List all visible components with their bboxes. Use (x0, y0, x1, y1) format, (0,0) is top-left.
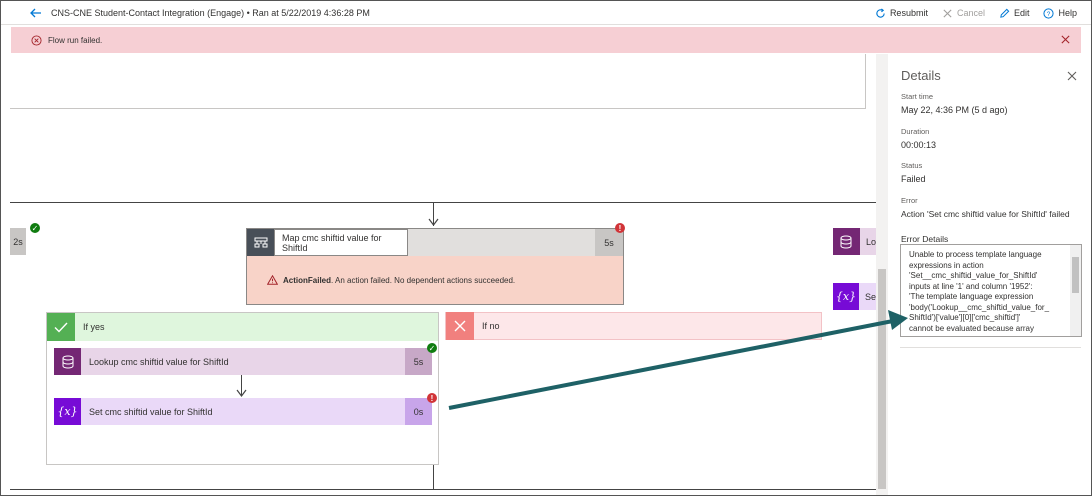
error-details-scroll-thumb[interactable] (1072, 257, 1079, 293)
variable-icon: {x} (833, 283, 859, 310)
x-cross-icon (446, 312, 474, 340)
edit-button[interactable]: Edit (999, 8, 1030, 19)
map-action-title-field[interactable]: Map cmc shiftid value for ShiftId (274, 229, 408, 256)
map-error-badge-icon: ! (615, 223, 625, 233)
error-line: 'Set__cmc_shiftid_value_for_ShiftId' (909, 271, 1038, 280)
cancel-icon (943, 8, 952, 18)
resubmit-icon (876, 7, 885, 18)
error-line: cannot be evaluated because array (909, 323, 1034, 333)
if-yes-header[interactable]: If yes (47, 313, 438, 341)
help-icon: ? (1043, 7, 1055, 19)
error-label: Error (901, 196, 918, 205)
error-line: ShiftId')['value'][0]['cmc_shiftid']' (909, 313, 1021, 322)
error-circle-icon (31, 34, 42, 46)
error-details-textarea[interactable]: Unable to process template language expr… (900, 244, 1082, 337)
start-time-value: May 22, 4:36 PM (5 d ago) (901, 105, 1008, 115)
bottom-connector-line (433, 465, 434, 489)
right-set-stub[interactable]: {x} Se (833, 283, 876, 310)
if-no-header[interactable]: If no (445, 312, 822, 340)
if-no-label: If no (482, 321, 500, 331)
map-action-title: Map cmc shiftid value for ShiftId (282, 232, 382, 253)
details-close-icon[interactable] (1067, 71, 1077, 81)
map-action-header[interactable]: Map cmc shiftid value for ShiftId 5s (247, 229, 623, 256)
warning-icon (267, 275, 278, 285)
map-action-card[interactable]: Map cmc shiftid value for ShiftId 5s Act… (246, 228, 624, 305)
lookup-success-icon: ✓ (427, 343, 437, 353)
scope-bottom-line (10, 108, 866, 109)
lookup-duration: 5s (413, 356, 424, 367)
cancel-button[interactable]: Cancel (942, 8, 985, 19)
set-error-badge-icon: ! (427, 393, 437, 403)
right-lookup-stub-label: Lo (865, 236, 876, 247)
map-error-row: ActionFailed. An action failed. No depen… (267, 275, 515, 285)
flow-canvas[interactable]: 2s ✓ Map cmc shiftid value for ShiftId 5… (10, 54, 876, 495)
database-icon (54, 348, 81, 375)
left-stub-duration: 2s (13, 236, 23, 247)
error-line: inputs at line '1' and column '1952': (909, 281, 1033, 291)
start-time-label: Start time (901, 92, 934, 101)
help-label: Help (1058, 8, 1077, 18)
map-error-text: . An action failed. No dependent actions… (331, 275, 516, 285)
help-button[interactable]: ? Help (1043, 7, 1077, 19)
set-duration-box: 0s (405, 398, 432, 425)
details-separator (900, 347, 1081, 348)
canvas-scrollbar[interactable] (876, 54, 888, 495)
run-title: CNS-CNE Student-Contact Integration (Eng… (51, 7, 370, 18)
back-arrow-icon[interactable] (29, 6, 43, 20)
duration-value: 00:00:13 (901, 140, 937, 150)
branch-connector-line (10, 202, 876, 203)
error-banner: Flow run failed. (11, 27, 1081, 53)
banner-message: Flow run failed. (48, 35, 103, 45)
banner-close-icon[interactable] (1060, 34, 1071, 45)
error-details-scrollbar[interactable] (1070, 245, 1081, 336)
bottom-branch-line (10, 489, 876, 490)
map-duration: 5s (604, 237, 614, 248)
error-line: expressions in action (909, 260, 984, 270)
error-line: Unable to process template language (909, 250, 1042, 259)
status-value: Failed (901, 174, 926, 184)
scope-right-line (865, 54, 866, 109)
lookup-action-card[interactable]: Lookup cmc shiftid value for ShiftId 5s (54, 348, 432, 375)
error-line: 'body('Lookup__cmc_shiftid_value_for_ (909, 302, 1050, 312)
resubmit-label: Resubmit (889, 8, 928, 18)
check-icon (47, 313, 75, 341)
run-header: CNS-CNE Student-Contact Integration (Eng… (1, 1, 1091, 25)
details-panel: Details Start time May 22, 4:36 PM (5 d … (888, 54, 1091, 495)
lookup-arrowhead-icon (236, 389, 247, 397)
canvas-scrollbar-thumb[interactable] (878, 269, 886, 489)
if-yes-label: If yes (83, 322, 105, 332)
right-set-stub-label: Se (864, 291, 876, 302)
resubmit-button[interactable]: Resubmit (875, 7, 928, 19)
header-actions: Resubmit Cancel Edit ? Help (875, 1, 1077, 25)
map-error-label: ActionFailed (283, 275, 332, 285)
error-value: Action 'Set cmc shiftid value for ShiftI… (901, 209, 1070, 219)
variable-icon: {x} (54, 398, 81, 425)
svg-text:?: ? (1047, 10, 1051, 17)
duration-label: Duration (901, 127, 930, 136)
status-label: Status (901, 161, 923, 170)
cancel-label: Cancel (956, 8, 985, 18)
success-check-icon: ✓ (30, 223, 40, 233)
edit-label: Edit (1013, 8, 1030, 18)
error-details-label: Error Details (901, 234, 949, 244)
lookup-title: Lookup cmc shiftid value for ShiftId (89, 356, 229, 367)
connector-arrowhead-icon (428, 218, 439, 226)
error-line: 'The template language expression (909, 292, 1034, 301)
right-lookup-stub[interactable]: Lo (833, 228, 876, 255)
set-variable-card[interactable]: {x} Set cmc shiftid value for ShiftId 0s (54, 398, 432, 425)
set-title: Set cmc shiftid value for ShiftId (89, 406, 213, 417)
if-yes-branch: If yes Lookup cmc shiftid value for Shif… (46, 312, 439, 465)
compose-icon (247, 229, 274, 256)
error-details-text: Unable to process template language expr… (909, 250, 1069, 334)
left-action-stub[interactable]: 2s (10, 228, 26, 255)
set-duration: 0s (413, 406, 424, 417)
map-duration-box: 5s (595, 229, 623, 256)
details-heading: Details (901, 68, 941, 83)
edit-pencil-icon (1000, 8, 1010, 18)
database-icon (833, 228, 860, 255)
